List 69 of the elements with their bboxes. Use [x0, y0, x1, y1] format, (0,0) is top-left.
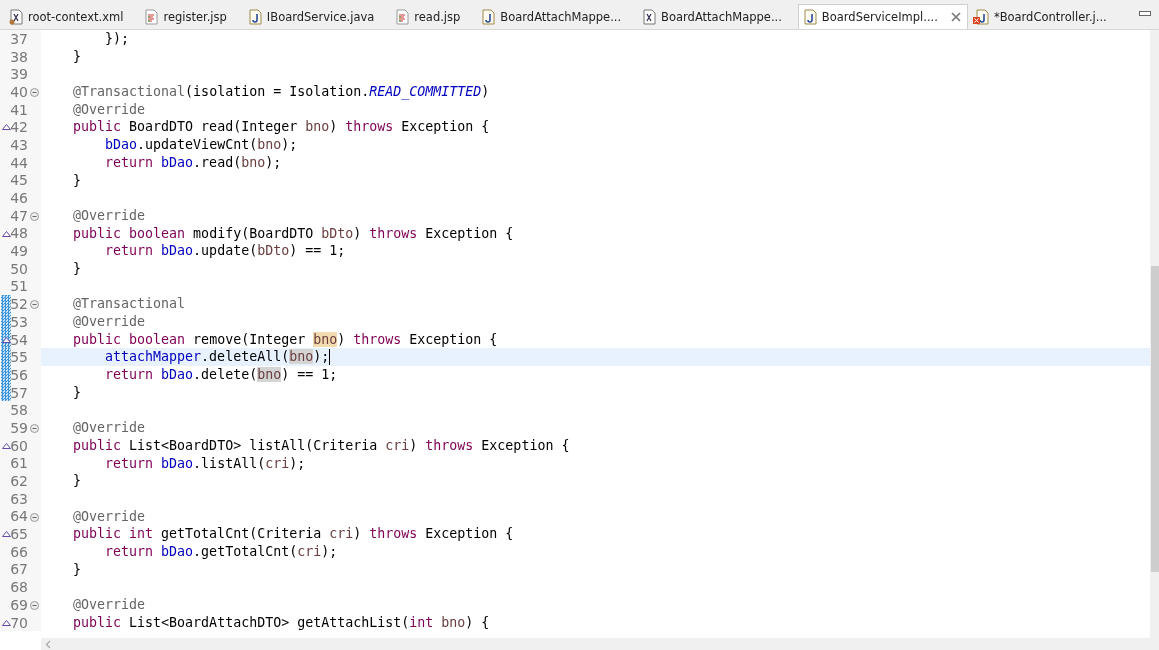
- line-number: 70: [10, 613, 28, 632]
- line-number: 54: [10, 330, 28, 349]
- code-line: @Override: [72, 507, 147, 526]
- code-line: }: [72, 259, 83, 278]
- line-number: 60: [10, 436, 28, 455]
- code-line: @Transactional: [72, 295, 187, 313]
- line-number: 63: [10, 489, 28, 508]
- line-number: 52: [10, 295, 28, 314]
- editor-tab[interactable]: BoardAttachMappe...: [637, 4, 798, 29]
- line-number: 57: [10, 383, 28, 402]
- editor-tab[interactable]: BoardServiceImpl....: [797, 4, 968, 29]
- code-line: return bDao.listAll(cri);: [104, 454, 307, 473]
- code-line: @Override: [72, 313, 147, 331]
- line-number: 65: [10, 525, 28, 544]
- code-line: }: [72, 383, 83, 402]
- line-number: 47: [10, 206, 28, 225]
- code-line: public boolean remove(Integer bno) throws Exception {: [72, 330, 499, 349]
- line-number: 55: [10, 348, 28, 367]
- line-number: 69: [10, 595, 28, 614]
- editor-tab[interactable]: IBoardService.java: [242, 4, 391, 29]
- line-number: 38: [10, 47, 28, 66]
- line-number: 61: [10, 454, 28, 473]
- code-line: });: [104, 30, 131, 48]
- line-number: 45: [10, 171, 28, 190]
- code-line: public int getTotalCnt(Criteria cri) throws Exception {: [72, 525, 515, 543]
- line-number: 41: [10, 100, 28, 119]
- line-number: 49: [10, 242, 28, 261]
- editor-tab[interactable]: read.jsp: [390, 4, 477, 29]
- code-line: public List<BoardAttachDTO> getAttachList(int bno) {: [72, 613, 491, 632]
- line-number: 39: [10, 65, 28, 84]
- line-number: 48: [10, 224, 28, 243]
- line-number: 62: [10, 472, 28, 491]
- line-number: 59: [10, 418, 28, 437]
- code-line: return bDao.read(bno);: [104, 153, 283, 172]
- code-line: }: [72, 171, 83, 190]
- line-number: 58: [10, 401, 28, 420]
- code-line: @Override: [72, 419, 147, 437]
- line-number: 44: [10, 153, 28, 172]
- code-line: public BoardDTO read(Integer bno) throws Exception {: [72, 118, 491, 137]
- editor-tab[interactable]: root-context.xml: [4, 4, 140, 29]
- line-number: 37: [10, 30, 28, 48]
- line-number: 43: [10, 135, 28, 154]
- code-line: return bDao.delete(bno) == 1;: [104, 366, 339, 384]
- code-line: }: [72, 560, 83, 579]
- code-line: public List<BoardDTO> listAll(Criteria cri) throws Exception {: [72, 436, 571, 455]
- code-line: bDao.updateViewCnt(bno);: [104, 136, 299, 154]
- line-number: 68: [10, 578, 28, 597]
- code-line: }: [72, 472, 83, 490]
- line-number: 40: [10, 82, 28, 101]
- code-line: @Override: [72, 100, 147, 119]
- line-number: 66: [10, 542, 28, 561]
- code-line: @Override: [72, 206, 147, 225]
- code-line: @Override: [72, 596, 147, 614]
- code-line: }: [72, 47, 83, 66]
- line-number: 42: [10, 118, 28, 137]
- line-number: 50: [10, 259, 28, 278]
- line-number: 51: [10, 277, 28, 296]
- editor-tab[interactable]: BoardAttachMappe...: [476, 4, 638, 29]
- line-number: 56: [10, 365, 28, 384]
- line-number: 46: [10, 189, 28, 208]
- code-line: return bDao.getTotalCnt(cri);: [104, 542, 339, 561]
- code-line: return bDao.update(bDto) == 1;: [104, 242, 347, 260]
- line-number: 67: [10, 560, 28, 579]
- line-number: 53: [10, 312, 28, 331]
- code-line: public boolean modify(BoardDTO bDto) throws Exception {: [72, 224, 515, 243]
- editor-tab[interactable]: register.jsp: [139, 4, 243, 29]
- code-line: @Transactional(isolation = Isolation.READ_COMMITTED): [72, 83, 491, 101]
- editor-tab[interactable]: *BoardController.j...: [967, 4, 1123, 29]
- line-number: 64: [10, 507, 28, 526]
